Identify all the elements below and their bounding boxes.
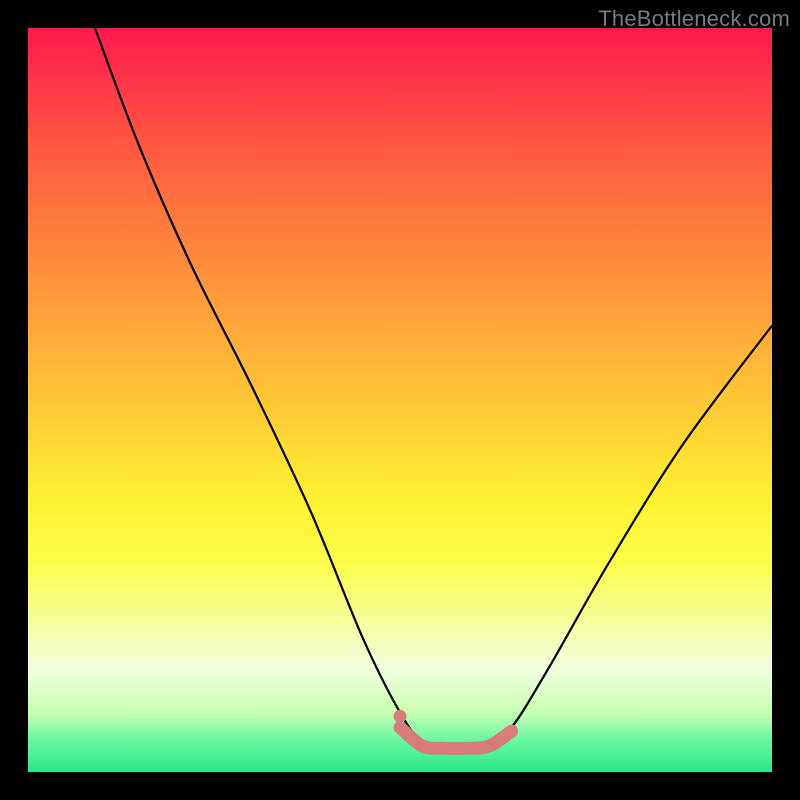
bottleneck-curve-right: [445, 326, 772, 751]
chart-frame: TheBottleneck.com: [0, 0, 800, 800]
chart-svg: [28, 28, 772, 772]
plot-area: [28, 28, 772, 772]
optimal-band-path: [400, 727, 512, 748]
optimal-marker-dot: [394, 710, 407, 723]
bottleneck-curve-left: [95, 28, 445, 750]
